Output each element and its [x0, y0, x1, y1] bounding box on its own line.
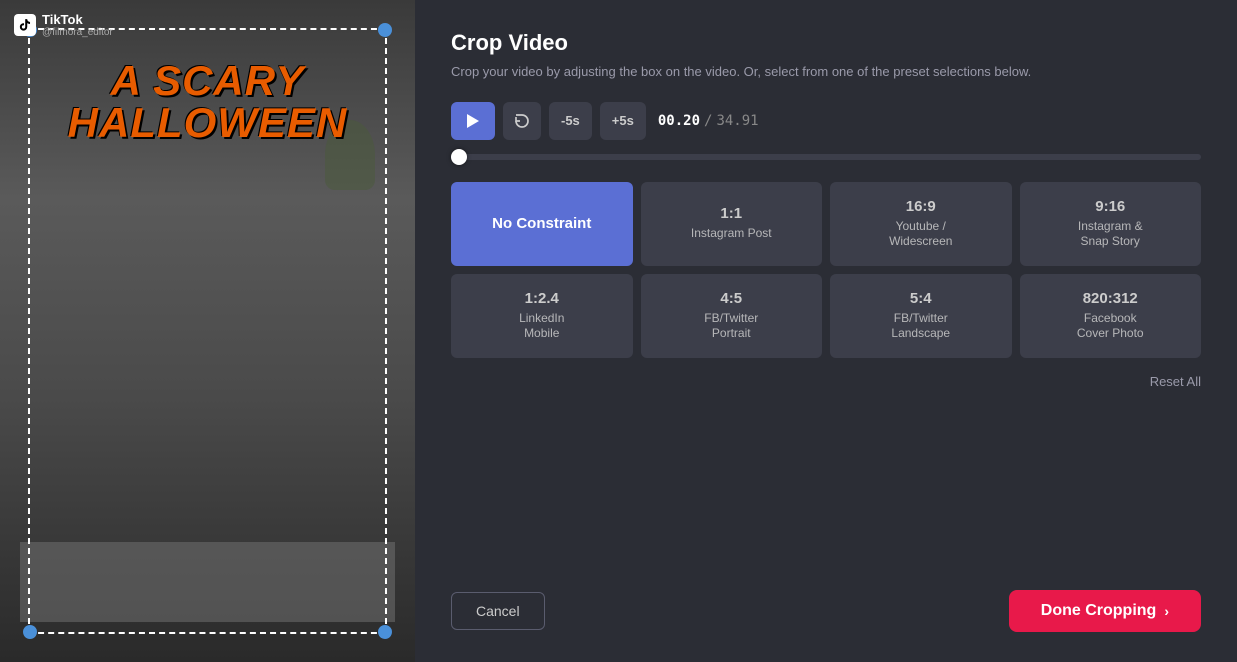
- play-button[interactable]: [451, 102, 495, 140]
- crop-handle-bottom-right[interactable]: [378, 625, 392, 639]
- preset-ratio-4: 1:2.4: [525, 290, 559, 307]
- total-time: 34.91: [716, 113, 758, 129]
- skip-forward-button[interactable]: +5s: [600, 102, 646, 140]
- chevron-right-icon: ›: [1164, 603, 1169, 619]
- preset-label-3: Instagram &Snap Story: [1078, 219, 1143, 250]
- reset-row: Reset All: [451, 374, 1201, 389]
- preset-label-1: Instagram Post: [691, 226, 772, 242]
- preset-9-16[interactable]: 9:16 Instagram &Snap Story: [1020, 182, 1202, 266]
- preset-ratio-0: No Constraint: [492, 215, 591, 232]
- crop-box[interactable]: [28, 28, 387, 634]
- crop-handle-top-right[interactable]: [378, 23, 392, 37]
- tiktok-app-name: TikTok: [42, 12, 113, 27]
- preset-5-4[interactable]: 5:4 FB/TwitterLandscape: [830, 274, 1012, 358]
- crop-settings-panel: Crop Video Crop your video by adjusting …: [415, 0, 1237, 662]
- progress-bar[interactable]: [451, 154, 1201, 160]
- preset-ratio-6: 5:4: [910, 290, 932, 307]
- preset-label-7: FacebookCover Photo: [1077, 311, 1144, 342]
- preset-grid: No Constraint 1:1 Instagram Post 16:9 Yo…: [451, 182, 1201, 358]
- preset-16-9[interactable]: 16:9 Youtube /Widescreen: [830, 182, 1012, 266]
- preset-ratio-5: 4:5: [720, 290, 742, 307]
- tiktok-logo-icon: [14, 14, 36, 36]
- progress-thumb[interactable]: [451, 149, 467, 165]
- time-display: 00.20 / 34.91: [658, 113, 759, 129]
- panel-title: Crop Video: [451, 30, 1201, 56]
- done-label: Done Cropping: [1041, 602, 1157, 620]
- reset-button[interactable]: [503, 102, 541, 140]
- current-time: 00.20: [658, 113, 700, 129]
- done-cropping-button[interactable]: Done Cropping ›: [1009, 590, 1201, 632]
- tiktok-header: TikTok @filmora_editor: [14, 12, 113, 38]
- skip-back-button[interactable]: -5s: [549, 102, 592, 140]
- preset-820-312[interactable]: 820:312 FacebookCover Photo: [1020, 274, 1202, 358]
- tiktok-handle: @filmora_editor: [42, 27, 113, 38]
- preset-ratio-7: 820:312: [1083, 290, 1138, 307]
- action-buttons-row: Cancel Done Cropping ›: [451, 590, 1201, 632]
- panel-subtitle: Crop your video by adjusting the box on …: [451, 62, 1201, 82]
- playback-controls: -5s +5s 00.20 / 34.91: [451, 102, 1201, 140]
- cancel-button[interactable]: Cancel: [451, 592, 545, 630]
- preset-1-2-4[interactable]: 1:2.4 LinkedInMobile: [451, 274, 633, 358]
- preset-label-4: LinkedInMobile: [519, 311, 564, 342]
- video-preview-panel: TikTok @filmora_editor A SCARY HALLOWEEN: [0, 0, 415, 662]
- preset-no-constraint[interactable]: No Constraint: [451, 182, 633, 266]
- preset-4-5[interactable]: 4:5 FB/TwitterPortrait: [641, 274, 823, 358]
- tiktok-info: TikTok @filmora_editor: [42, 12, 113, 38]
- time-separator: /: [704, 113, 712, 129]
- preset-ratio-1: 1:1: [720, 205, 742, 222]
- preset-label-5: FB/TwitterPortrait: [704, 311, 758, 342]
- preset-1-1[interactable]: 1:1 Instagram Post: [641, 182, 823, 266]
- video-area: TikTok @filmora_editor A SCARY HALLOWEEN: [0, 0, 415, 662]
- preset-ratio-3: 9:16: [1095, 198, 1125, 215]
- preset-label-2: Youtube /Widescreen: [889, 219, 952, 250]
- reset-all-button[interactable]: Reset All: [1150, 374, 1201, 389]
- preset-label-6: FB/TwitterLandscape: [891, 311, 950, 342]
- preset-ratio-2: 16:9: [906, 198, 936, 215]
- crop-handle-bottom-left[interactable]: [23, 625, 37, 639]
